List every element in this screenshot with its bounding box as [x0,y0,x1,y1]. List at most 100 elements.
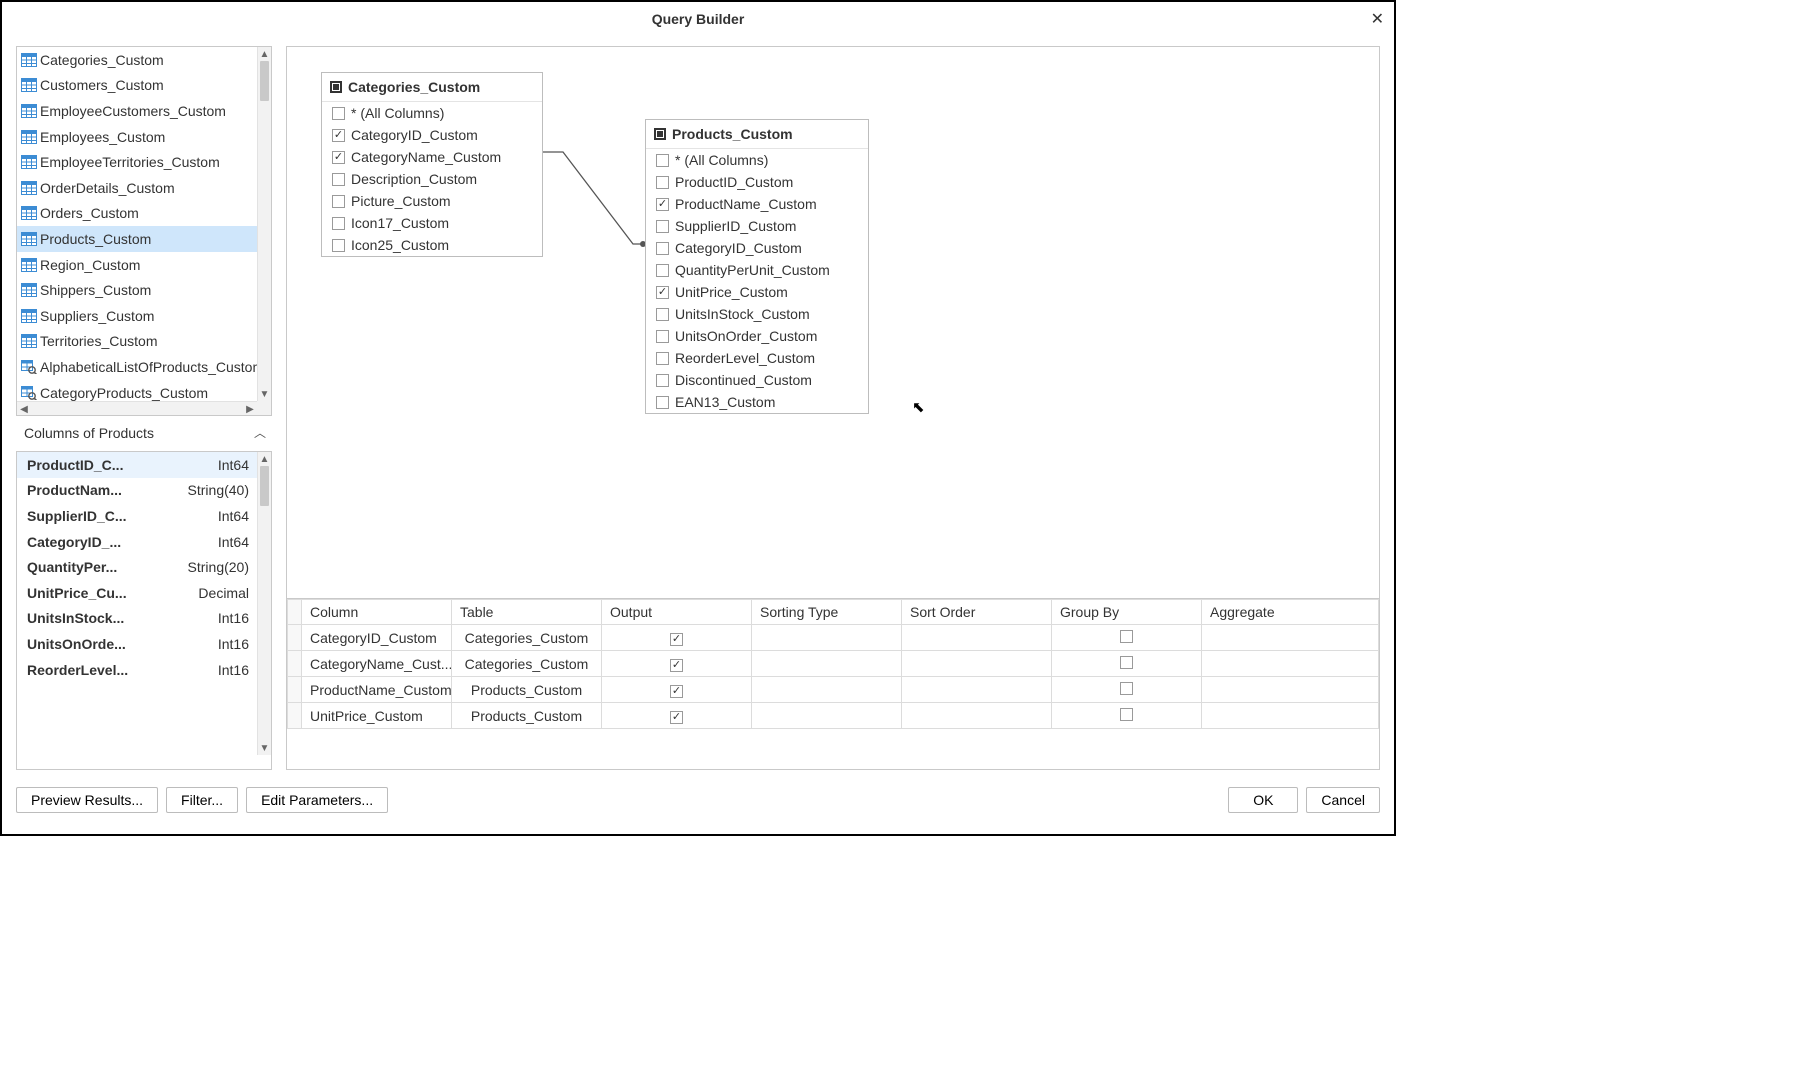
grid-cell-group-by[interactable] [1052,703,1202,729]
tables-list-item[interactable]: Categories_Custom [17,47,257,73]
field-row[interactable]: UnitsInStock_Custom [646,303,868,325]
tables-list-item[interactable]: EmployeeCustomers_Custom [17,98,257,124]
grid-column-header[interactable]: Table [452,600,602,625]
tables-horizontal-scrollbar[interactable]: ◀ ▶ [17,401,257,415]
grid-cell-output[interactable] [602,625,752,651]
field-checkbox[interactable] [332,129,345,142]
field-row[interactable]: ReorderLevel_Custom [646,347,868,369]
column-info-row[interactable]: SupplierID_C...Int64 [17,503,257,529]
field-row[interactable]: QuantityPerUnit_Custom [646,259,868,281]
chevron-up-icon[interactable]: ︿ [254,424,266,441]
grid-column-header[interactable]: Output [602,600,752,625]
field-checkbox[interactable] [656,286,669,299]
field-row[interactable]: ProductID_Custom [646,171,868,193]
tables-list-item[interactable]: Products_Custom [17,226,257,252]
scroll-up-icon[interactable]: ▲ [258,452,271,466]
field-checkbox[interactable] [656,220,669,233]
grid-column-header[interactable]: Sort Order [902,600,1052,625]
field-checkbox[interactable] [332,217,345,230]
field-row[interactable]: CategoryID_Custom [322,124,542,146]
groupby-checkbox[interactable] [1120,656,1133,669]
grid-cell-aggregate[interactable] [1202,651,1379,677]
grid-cell-table[interactable]: Products_Custom [452,703,602,729]
grid-cell-sorting-type[interactable] [752,703,902,729]
grid-cell-column[interactable]: ProductName_Custom [302,677,452,703]
preview-results-button[interactable]: Preview Results... [16,787,158,813]
output-checkbox[interactable] [670,633,683,646]
tables-list-item[interactable]: EmployeeTerritories_Custom [17,149,257,175]
field-row[interactable]: Icon17_Custom [322,212,542,234]
scroll-thumb[interactable] [260,466,269,506]
grid-cell-table[interactable]: Categories_Custom [452,625,602,651]
column-info-row[interactable]: ProductID_C...Int64 [17,452,257,478]
field-checkbox[interactable] [332,173,345,186]
field-checkbox[interactable] [332,107,345,120]
tables-list-item[interactable]: Employees_Custom [17,124,257,150]
field-row[interactable]: Description_Custom [322,168,542,190]
field-row[interactable]: ProductName_Custom [646,193,868,215]
tables-list-item[interactable]: Shippers_Custom [17,277,257,303]
grid-column-header[interactable]: Sorting Type [752,600,902,625]
grid-row[interactable]: UnitPrice_CustomProducts_Custom [288,703,1379,729]
output-checkbox[interactable] [670,659,683,672]
scroll-right-icon[interactable]: ▶ [243,402,257,416]
tables-list-item[interactable]: AlphabeticalListOfProducts_Custom [17,354,257,380]
column-info-row[interactable]: ProductNam...String(40) [17,478,257,504]
close-icon[interactable]: ✕ [1371,9,1384,29]
output-checkbox[interactable] [670,685,683,698]
output-checkbox[interactable] [670,711,683,724]
grid-cell-output[interactable] [602,677,752,703]
grid-cell-aggregate[interactable] [1202,625,1379,651]
grid-column-header[interactable]: Aggregate [1202,600,1379,625]
edit-parameters-button[interactable]: Edit Parameters... [246,787,388,813]
field-checkbox[interactable] [656,308,669,321]
grid-cell-group-by[interactable] [1052,651,1202,677]
grid-cell-sort-order[interactable] [902,703,1052,729]
column-info-row[interactable]: UnitPrice_Cu...Decimal [17,580,257,606]
field-row[interactable]: Discontinued_Custom [646,369,868,391]
groupby-checkbox[interactable] [1120,630,1133,643]
grid-cell-sort-order[interactable] [902,677,1052,703]
grid-cell-output[interactable] [602,703,752,729]
column-info-row[interactable]: UnitsOnOrde...Int16 [17,631,257,657]
field-row[interactable]: * (All Columns) [646,149,868,171]
grid-row[interactable]: CategoryID_CustomCategories_Custom [288,625,1379,651]
tables-list-item[interactable]: Suppliers_Custom [17,303,257,329]
field-checkbox[interactable] [656,198,669,211]
tables-list-item[interactable]: Region_Custom [17,252,257,278]
tables-list-item[interactable]: CategoryProducts_Custom [17,380,257,401]
groupby-checkbox[interactable] [1120,708,1133,721]
grid-cell-sort-order[interactable] [902,651,1052,677]
grid-row[interactable]: CategoryName_Cust...Categories_Custom [288,651,1379,677]
column-info-row[interactable]: UnitsInStock...Int16 [17,606,257,632]
table-node-header[interactable]: Categories_Custom [322,73,542,102]
grid-cell-aggregate[interactable] [1202,677,1379,703]
field-row[interactable]: UnitPrice_Custom [646,281,868,303]
ok-button[interactable]: OK [1228,787,1298,813]
table-node[interactable]: Categories_Custom* (All Columns)Category… [321,72,543,257]
filter-button[interactable]: Filter... [166,787,238,813]
tables-list-item[interactable]: Orders_Custom [17,201,257,227]
field-checkbox[interactable] [656,396,669,409]
columns-of-header[interactable]: Columns of Products ︿ [16,422,272,445]
scroll-down-icon[interactable]: ▼ [258,387,271,401]
field-row[interactable]: * (All Columns) [322,102,542,124]
grid-cell-aggregate[interactable] [1202,703,1379,729]
grid-cell-column[interactable]: CategoryID_Custom [302,625,452,651]
grid-cell-table[interactable]: Categories_Custom [452,651,602,677]
field-checkbox[interactable] [656,352,669,365]
column-info-row[interactable]: QuantityPer...String(20) [17,554,257,580]
grid-cell-column[interactable]: UnitPrice_Custom [302,703,452,729]
field-row[interactable]: CategoryName_Custom [322,146,542,168]
grid-cell-column[interactable]: CategoryName_Cust... [302,651,452,677]
columns-vertical-scrollbar[interactable]: ▲ ▼ [257,452,271,755]
tables-list-item[interactable]: OrderDetails_Custom [17,175,257,201]
cancel-button[interactable]: Cancel [1306,787,1380,813]
field-checkbox[interactable] [332,239,345,252]
grid-row[interactable]: ProductName_CustomProducts_Custom [288,677,1379,703]
grid-cell-sort-order[interactable] [902,625,1052,651]
design-canvas[interactable]: Categories_Custom* (All Columns)Category… [287,47,1379,599]
field-row[interactable]: UnitsOnOrder_Custom [646,325,868,347]
field-row[interactable]: CategoryID_Custom [646,237,868,259]
grid-cell-group-by[interactable] [1052,625,1202,651]
